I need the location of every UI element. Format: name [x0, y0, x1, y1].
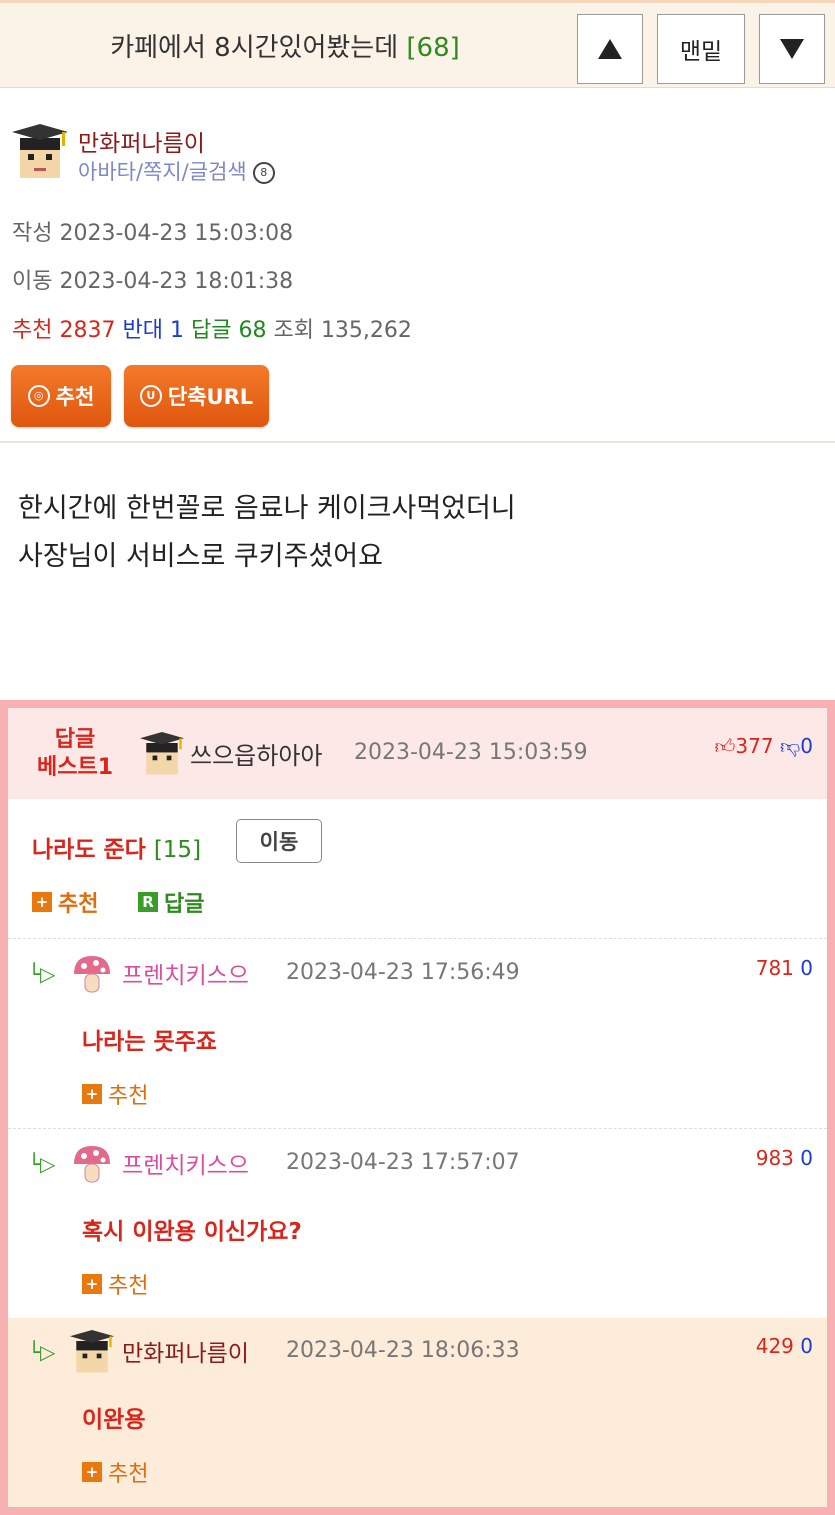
- down-count[interactable]: 0: [800, 1334, 813, 1358]
- moved-date: 2023-04-23 18:01:38: [59, 269, 294, 294]
- recommend-button[interactable]: ◎ 추천: [11, 365, 111, 427]
- sub-reply-message: 나라는 못주죠: [82, 1029, 217, 1055]
- sub-recommend-label: 추천: [108, 1084, 149, 1109]
- top-bar: 카페에서 8시간있어봤는데 [68] 맨밑: [0, 0, 835, 88]
- recommend-circle-icon: ◎: [27, 385, 50, 407]
- sub-recommend-label: 추천: [108, 1274, 149, 1299]
- plus-icon: +: [32, 892, 52, 912]
- post-body-line: 한시간에 한번꼴로 음료나 케이크사먹었더니: [18, 493, 516, 524]
- sub-reply: └▷ 프렌치키스으 2023-04-23 17:57:07 983 0 혹시 이…: [8, 1130, 827, 1316]
- short-url-button-label: 단축URL: [167, 385, 254, 409]
- scroll-up-button[interactable]: [577, 14, 643, 84]
- plus-icon: +: [82, 1274, 102, 1294]
- best-reply-text: 나라도 준다 [15]: [32, 830, 201, 864]
- best-reply-date: 2023-04-23 15:03:59: [354, 740, 588, 765]
- sub-reply-date: 2023-04-23 17:56:49: [286, 960, 520, 985]
- sub-recommend-action[interactable]: + 추천: [82, 1268, 148, 1300]
- reply-count: 68: [238, 318, 267, 343]
- best-recommend-label: 추천: [58, 892, 99, 917]
- arrow-down-icon: [780, 39, 804, 59]
- sub-reply-message: 이완용: [82, 1407, 146, 1433]
- stats-row: 추천 2837 반대 1 답글 68 조회 135,262: [12, 312, 412, 344]
- reply-label: 답글: [190, 318, 232, 343]
- best-reply-votes: 👍︎377 👎︎0: [715, 734, 814, 759]
- thumbs-up-icon[interactable]: 👍︎: [715, 734, 736, 758]
- post-title-text: 카페에서 8시간있어봤는데: [110, 33, 399, 63]
- best-reply-action-label: 답글: [164, 892, 205, 917]
- sub-reply-message: 혹시 이완용 이신가요?: [82, 1219, 302, 1245]
- sub-recommend-action[interactable]: + 추천: [82, 1456, 148, 1488]
- bottom-label: 맨밑: [679, 39, 723, 65]
- oppose-label: 반대: [122, 318, 163, 343]
- sub-reply-author[interactable]: 프렌치키스으: [122, 956, 249, 990]
- best-reply-header: 답글 베스트1 쓰으읍하아아 2023-04-23 15:03:59 👍︎377…: [8, 708, 827, 799]
- recommend-label: 추천: [12, 318, 53, 343]
- sub-reply-votes: 781 0: [756, 956, 813, 980]
- moved-label: 이동: [12, 269, 53, 294]
- up-count: 377: [735, 734, 774, 758]
- best-label-line1: 답글: [54, 727, 96, 752]
- plus-icon: +: [82, 1462, 102, 1482]
- best-label-line2: 베스트1: [36, 755, 114, 780]
- written-date: 2023-04-23 15:03:08: [59, 221, 294, 246]
- comment-count[interactable]: [68]: [406, 33, 459, 63]
- reply-arrow-icon: └▷: [28, 1340, 56, 1364]
- post-body: 한시간에 한번꼴로 음료나 케이크사먹었더니 사장님이 서비스로 쿠키주셨어요: [18, 485, 516, 581]
- scroll-bottom-button[interactable]: 맨밑: [657, 14, 745, 84]
- author-links-text[interactable]: 아바타/쪽지/글검색: [78, 160, 247, 184]
- views-label: 조회: [273, 318, 314, 343]
- post-divider: [0, 441, 835, 443]
- up-count[interactable]: 429: [756, 1334, 794, 1358]
- best-reply-label: 답글 베스트1: [30, 726, 120, 782]
- graduate-avatar-icon[interactable]: [140, 732, 184, 776]
- recommend-count: 2837: [59, 318, 116, 343]
- views-count: 135,262: [320, 318, 412, 343]
- best-reply-box: 답글 베스트1 쓰으읍하아아 2023-04-23 15:03:59 👍︎377…: [0, 700, 835, 1515]
- down-count[interactable]: 0: [800, 1146, 813, 1170]
- recommend-button-label: 추천: [55, 385, 95, 409]
- moved-date-row: 이동 2023-04-23 18:01:38: [12, 263, 293, 295]
- sub-reply-votes: 983 0: [756, 1146, 813, 1170]
- level-badge-icon: 8: [252, 162, 275, 184]
- author-links[interactable]: 아바타/쪽지/글검색 8: [78, 156, 275, 186]
- post-title: 카페에서 8시간있어봤는데 [68]: [0, 27, 570, 64]
- url-circle-icon: U: [139, 385, 162, 407]
- best-recommend-action[interactable]: + 추천: [32, 886, 98, 918]
- mushroom-avatar-icon[interactable]: [70, 1142, 114, 1186]
- author-name[interactable]: 만화퍼나름이: [78, 124, 205, 158]
- plus-icon: +: [82, 1084, 102, 1104]
- short-url-button[interactable]: U 단축URL: [124, 365, 269, 427]
- down-count[interactable]: 0: [800, 956, 813, 980]
- sub-reply-author[interactable]: 프렌치키스으: [122, 1146, 249, 1180]
- sub-reply-votes: 429 0: [756, 1334, 813, 1358]
- best-reply-message: 나라도 준다: [32, 837, 146, 863]
- sub-reply-author[interactable]: 만화퍼나름이: [122, 1334, 249, 1368]
- best-reply-author[interactable]: 쓰으읍하아아: [190, 736, 322, 771]
- best-reply-action[interactable]: R 답글: [138, 886, 204, 918]
- up-count[interactable]: 781: [756, 956, 794, 980]
- reply-arrow-icon: └▷: [28, 962, 56, 986]
- written-label: 작성: [12, 221, 53, 246]
- graduate-avatar-icon[interactable]: [70, 1330, 114, 1374]
- best-reply-count: [15]: [153, 837, 202, 863]
- oppose-count: 1: [169, 318, 184, 343]
- written-date-row: 작성 2023-04-23 15:03:08: [12, 215, 293, 247]
- reply-arrow-icon: └▷: [28, 1152, 56, 1176]
- sub-reply: └▷ 프렌치키스으 2023-04-23 17:56:49 781 0 나라는 …: [8, 940, 827, 1126]
- up-count[interactable]: 983: [756, 1146, 794, 1170]
- reply-r-icon: R: [138, 892, 158, 912]
- move-button[interactable]: 이동: [236, 819, 322, 863]
- sub-reply-date: 2023-04-23 17:57:07: [286, 1150, 520, 1175]
- graduate-avatar-icon[interactable]: [12, 124, 68, 180]
- down-count: 0: [800, 734, 813, 758]
- arrow-up-icon: [598, 39, 622, 59]
- sub-reply-date: 2023-04-23 18:06:33: [286, 1338, 520, 1363]
- thumbs-down-icon[interactable]: 👎︎: [780, 734, 800, 758]
- scroll-down-button[interactable]: [759, 14, 825, 84]
- sub-recommend-action[interactable]: + 추천: [82, 1078, 148, 1110]
- sub-reply-highlighted: └▷ 만화퍼나름이 2023-04-23 18:06:33 429 0 이완용 …: [8, 1318, 827, 1507]
- post-body-line: 사장님이 서비스로 쿠키주셨어요: [18, 541, 383, 572]
- sub-recommend-label: 추천: [108, 1462, 149, 1487]
- mushroom-avatar-icon[interactable]: [70, 952, 114, 996]
